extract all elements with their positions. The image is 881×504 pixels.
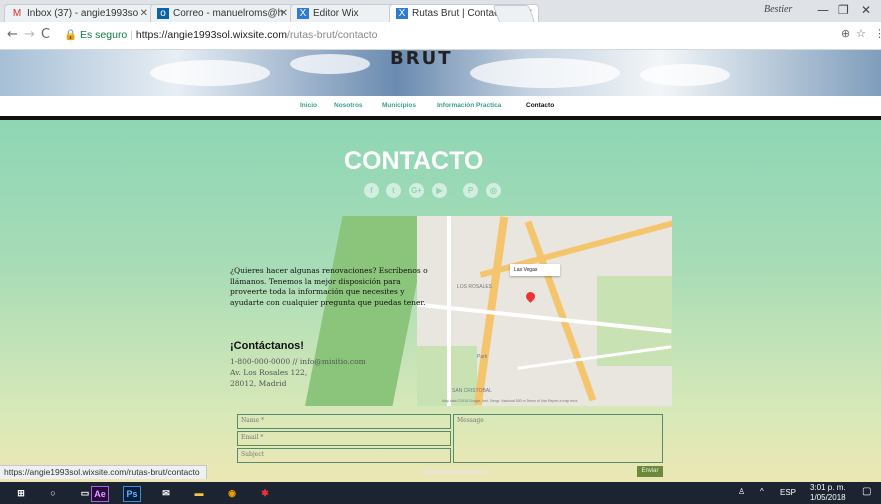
- contact-heading: ¡Contáctanos!: [230, 340, 304, 352]
- new-tab-button[interactable]: [492, 5, 536, 23]
- back-icon[interactable]: ←: [7, 27, 18, 42]
- site-menu: Inicio Nosotros Municipios Información P…: [0, 96, 881, 120]
- zoom-icon[interactable]: ⊕: [841, 27, 850, 40]
- url-field[interactable]: 🔒 Es seguro | https://angie1993sol.wixsi…: [64, 25, 834, 45]
- menu-informacion[interactable]: Información Practica: [437, 102, 501, 109]
- message-field[interactable]: Message: [453, 414, 663, 463]
- minimize-icon[interactable]: —: [817, 3, 829, 17]
- map-popup: Las Vegas: [510, 264, 560, 276]
- email-field[interactable]: Email *: [237, 431, 451, 446]
- photoshop-icon[interactable]: Ps: [123, 486, 141, 502]
- close-icon[interactable]: ✕: [140, 8, 148, 19]
- header-banner: BRUT: [0, 50, 881, 96]
- tab-gmail[interactable]: M Inbox (37) - angie1993so ✕: [4, 4, 154, 22]
- star-icon[interactable]: ☆: [856, 27, 866, 40]
- clock-time[interactable]: 3:01 p. m.: [810, 483, 846, 492]
- gmail-icon: M: [12, 8, 22, 19]
- horizontal-scrollbar[interactable]: [422, 471, 486, 474]
- contact-address: Av. Los Rosales 122,: [230, 368, 308, 377]
- map-label: LOS ROSALES: [457, 284, 493, 290]
- decorative-shape: [305, 216, 430, 406]
- forward-icon[interactable]: →: [24, 27, 35, 42]
- clock-date[interactable]: 1/05/2018: [810, 493, 846, 502]
- twitter-icon[interactable]: t: [386, 183, 401, 198]
- notification-icon[interactable]: ▢: [862, 486, 871, 497]
- chevron-up-icon[interactable]: ^: [760, 487, 764, 496]
- page-title: CONTACTO: [344, 147, 484, 175]
- secure-label: Es seguro: [80, 29, 128, 41]
- menu-inicio[interactable]: Inicio: [300, 102, 317, 109]
- address-bar: ← → C 🔒 Es seguro | https://angie1993sol…: [0, 22, 881, 50]
- brand-title: BRUT: [390, 50, 453, 69]
- outlook-icon: o: [157, 8, 169, 19]
- google-map[interactable]: Las Vegas LOS ROSALES SAN CRISTOBAL Park…: [417, 216, 672, 406]
- menu-nosotros[interactable]: Nosotros: [334, 102, 363, 109]
- contact-phone-email: 1-800-000-0000 // info@misitio.com: [230, 357, 366, 366]
- map-label: Park: [477, 354, 488, 360]
- after-effects-icon[interactable]: Ae: [91, 486, 109, 502]
- chrome-icon[interactable]: ◉: [225, 486, 239, 500]
- tab-title: Rutas Brut | Contacto: [412, 8, 508, 19]
- file-explorer-icon[interactable]: ▬: [192, 486, 206, 500]
- reload-icon[interactable]: C: [41, 27, 50, 42]
- language-indicator[interactable]: ESP: [780, 488, 796, 497]
- windows-start-icon[interactable]: ⊞: [14, 486, 28, 500]
- close-window-icon[interactable]: ✕: [861, 3, 871, 17]
- restore-icon[interactable]: ❐: [838, 3, 849, 17]
- instagram-icon[interactable]: ◎: [486, 183, 501, 198]
- web-page: BRUT Inicio Nosotros Municipios Informac…: [0, 50, 881, 482]
- status-url: https://angie1993sol.wixsite.com/rutas-b…: [0, 465, 207, 479]
- task-view-icon[interactable]: ▭: [78, 486, 92, 500]
- wix-icon: X: [297, 8, 309, 19]
- tab-title: Inbox (37) - angie1993so: [27, 8, 139, 19]
- search-icon[interactable]: ○: [46, 486, 60, 500]
- wix-icon: X: [396, 8, 408, 19]
- contact-section: CONTACTO f t G+ ▶ P ◎ Las Vegas LOS ROSA…: [0, 120, 881, 482]
- name-field[interactable]: Name *: [237, 414, 451, 429]
- menu-icon[interactable]: ⋮: [874, 27, 881, 40]
- url-host: https://angie1993sol.wixsite.com: [135, 29, 288, 41]
- google-plus-icon[interactable]: G+: [409, 183, 424, 198]
- mail-icon[interactable]: ✉: [159, 486, 173, 500]
- intro-text: ¿Quieres hacer algunas renovaciones? Esc…: [230, 266, 428, 307]
- youtube-icon[interactable]: ▶: [432, 183, 447, 198]
- tab-title: Correo - manuelroms@h: [173, 8, 284, 19]
- profile-name[interactable]: Bestier: [764, 4, 792, 15]
- people-icon[interactable]: ♙: [738, 487, 745, 496]
- tab-outlook[interactable]: o Correo - manuelroms@h ✕: [150, 4, 294, 22]
- app-icon[interactable]: ✱: [258, 486, 272, 500]
- map-label: SAN CRISTOBAL: [452, 388, 492, 394]
- facebook-icon[interactable]: f: [364, 183, 379, 198]
- url-path: /rutas-brut/contacto: [287, 29, 378, 41]
- close-icon[interactable]: ✕: [280, 8, 288, 19]
- menu-municipios[interactable]: Municipios: [382, 102, 416, 109]
- map-pin-icon[interactable]: [524, 290, 537, 303]
- taskbar: ⊞ ○ ▭ Ae Ps ✉ ▬ ◉ ✱ ♙ ^ ESP 3:01 p. m. 1…: [0, 482, 881, 504]
- lock-icon: 🔒: [64, 29, 78, 41]
- pinterest-icon[interactable]: P: [463, 183, 478, 198]
- menu-contacto[interactable]: Contacto: [526, 102, 554, 109]
- tab-bar: M Inbox (37) - angie1993so ✕ o Correo - …: [0, 0, 881, 23]
- submit-button[interactable]: Enviar: [637, 466, 663, 477]
- contact-city: 28012, Madrid: [230, 379, 287, 388]
- map-attribution: Map data ©2018 Google, Inst. Geogr. Naci…: [442, 399, 578, 403]
- tab-title: Editor Wix: [313, 8, 359, 19]
- subject-field[interactable]: Subject: [237, 448, 451, 463]
